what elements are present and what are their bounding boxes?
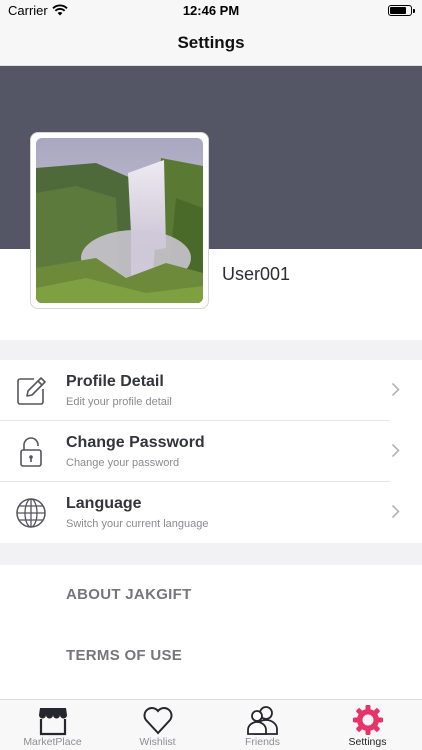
status-time: 12:46 PM: [182, 3, 240, 18]
tab-settings[interactable]: Settings: [315, 700, 420, 750]
tab-label: Friends: [244, 736, 280, 748]
change-password-row[interactable]: Change Password Change your password: [0, 421, 422, 482]
tab-marketplace[interactable]: MarketPlace: [0, 700, 105, 750]
section-divider: [0, 543, 422, 565]
menu-subtitle: Change your password: [66, 457, 180, 469]
chevron-right-icon: [391, 504, 400, 519]
menu-title: Change Password: [66, 434, 205, 451]
section-divider: [0, 340, 422, 360]
gear-icon: [352, 705, 383, 735]
battery-icon: [388, 5, 415, 16]
status-bar: Carrier 12:46 PM: [0, 0, 422, 22]
chevron-right-icon: [391, 443, 400, 458]
tab-label: Settings: [348, 736, 387, 748]
navigation-bar: Settings: [0, 22, 422, 66]
avatar[interactable]: [30, 132, 209, 309]
menu-title: Profile Detail: [66, 373, 164, 390]
username: User001: [222, 264, 291, 284]
terms-of-use-link[interactable]: TERMS OF USE: [66, 647, 182, 664]
menu-title: Language: [66, 495, 142, 512]
friends-icon: [246, 706, 278, 735]
profile-detail-row[interactable]: Profile Detail Edit your profile detail: [0, 360, 422, 421]
store-icon: [38, 708, 67, 736]
avatar-image: [36, 138, 203, 303]
globe-icon: [16, 498, 46, 528]
menu-subtitle: Switch your current language: [66, 518, 209, 530]
heart-icon: [143, 707, 172, 735]
menu-subtitle: Edit your profile detail: [66, 396, 172, 408]
tab-wishlist[interactable]: Wishlist: [105, 700, 210, 750]
tab-bar: MarketPlace Wishlist Friends Settings: [0, 699, 422, 750]
chevron-right-icon: [391, 382, 400, 397]
tab-friends[interactable]: Friends: [210, 700, 315, 750]
page-title: Settings: [177, 33, 245, 52]
tab-label: Wishlist: [139, 736, 176, 748]
about-link[interactable]: ABOUT JAKGIFT: [66, 586, 192, 603]
tab-label: MarketPlace: [23, 736, 82, 748]
lock-icon: [20, 437, 42, 467]
edit-icon: [17, 377, 46, 405]
language-row[interactable]: Language Switch your current language: [0, 482, 422, 543]
